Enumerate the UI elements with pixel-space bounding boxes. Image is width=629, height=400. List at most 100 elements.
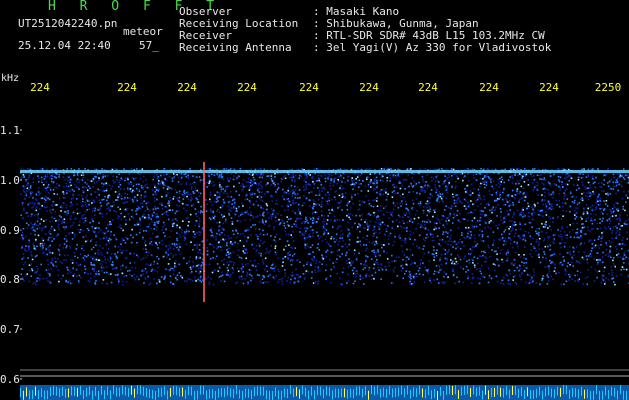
noise-pixel [554,234,556,236]
noise-pixel [581,199,584,202]
noise-pixel [23,176,25,179]
noise-pixel [54,257,56,259]
noise-pixel [582,184,584,186]
noise-pixel [319,181,322,183]
noise-pixel [229,242,232,244]
noise-pixel [111,261,114,263]
noise-pixel [392,174,395,176]
noise-pixel [538,237,541,240]
noise-pixel [114,274,117,276]
noise-pixel [374,253,376,256]
noise-pixel [581,168,583,171]
noise-pixel [55,220,57,222]
noise-pixel [189,272,192,275]
noise-pixel [304,173,307,176]
noise-pixel [482,240,485,242]
noise-pixel [310,218,312,220]
noise-pixel [535,250,537,252]
noise-pixel [262,215,265,217]
noise-pixel [216,198,218,200]
noise-pixel [617,209,619,212]
noise-pixel [304,246,306,248]
noise-pixel [499,252,502,255]
noise-pixel [302,185,305,188]
noise-pixel [324,188,326,190]
noise-pixel [571,256,573,259]
noise-pixel [201,228,203,231]
noise-pixel [266,183,268,185]
noise-pixel [582,258,585,260]
noise-pixel [456,276,458,279]
noise-pixel [157,189,160,192]
noise-pixel [145,202,148,205]
noise-pixel [297,217,299,220]
noise-pixel [582,212,585,214]
noise-pixel [209,168,211,170]
noise-pixel [471,192,474,194]
noise-pixel [481,213,484,216]
noise-pixel [217,200,219,202]
noise-pixel [495,191,498,194]
noise-pixel [274,202,277,205]
noise-pixel [380,221,382,224]
noise-pixel [541,215,544,217]
noise-pixel [194,224,196,227]
noise-pixel [50,225,53,228]
noise-pixel [445,205,447,207]
noise-pixel [552,234,555,237]
noise-pixel [119,208,122,210]
noise-pixel [409,234,412,236]
noise-pixel [512,264,515,267]
noise-pixel [409,230,412,233]
noise-pixel [585,255,588,257]
noise-pixel [208,281,211,284]
noise-pixel [286,221,289,223]
noise-pixel [115,238,118,241]
noise-pixel [461,232,463,234]
noise-pixel [436,217,438,220]
noise-pixel [317,198,320,201]
noise-pixel [93,182,96,185]
noise-pixel [136,194,139,196]
noise-pixel [605,228,607,230]
noise-pixel [156,229,158,231]
noise-pixel [576,236,579,239]
noise-pixel [37,234,40,237]
noise-pixel [538,242,541,245]
noise-pixel [365,168,368,170]
noise-pixel [378,269,380,271]
noise-pixel [24,235,27,238]
noise-pixel [120,195,123,197]
noise-pixel [156,262,159,265]
noise-pixel [276,203,279,205]
noise-pixel [51,259,53,262]
noise-pixel [595,259,598,261]
noise-pixel [375,218,378,221]
noise-pixel [501,258,503,261]
noise-pixel [143,282,145,284]
noise-pixel [352,181,354,184]
noise-pixel [597,182,600,185]
noise-pixel [385,269,387,271]
noise-pixel [312,207,314,210]
noise-pixel [543,183,545,186]
noise-pixel [228,214,231,216]
noise-pixel [522,238,525,241]
noise-pixel [145,178,147,181]
noise-pixel [522,175,524,178]
noise-pixel [249,192,252,195]
noise-pixel [37,224,40,227]
noise-pixel [598,235,600,238]
noise-pixel [426,174,428,176]
noise-pixel [145,186,147,189]
noise-pixel [371,274,373,277]
noise-pixel [512,177,514,179]
noise-pixel [144,256,147,259]
noise-pixel [328,258,331,261]
noise-pixel [575,189,578,191]
noise-pixel [92,199,95,202]
noise-pixel [26,183,29,185]
noise-pixel [561,173,564,175]
noise-pixel [593,246,595,248]
noise-pixel [497,227,499,230]
